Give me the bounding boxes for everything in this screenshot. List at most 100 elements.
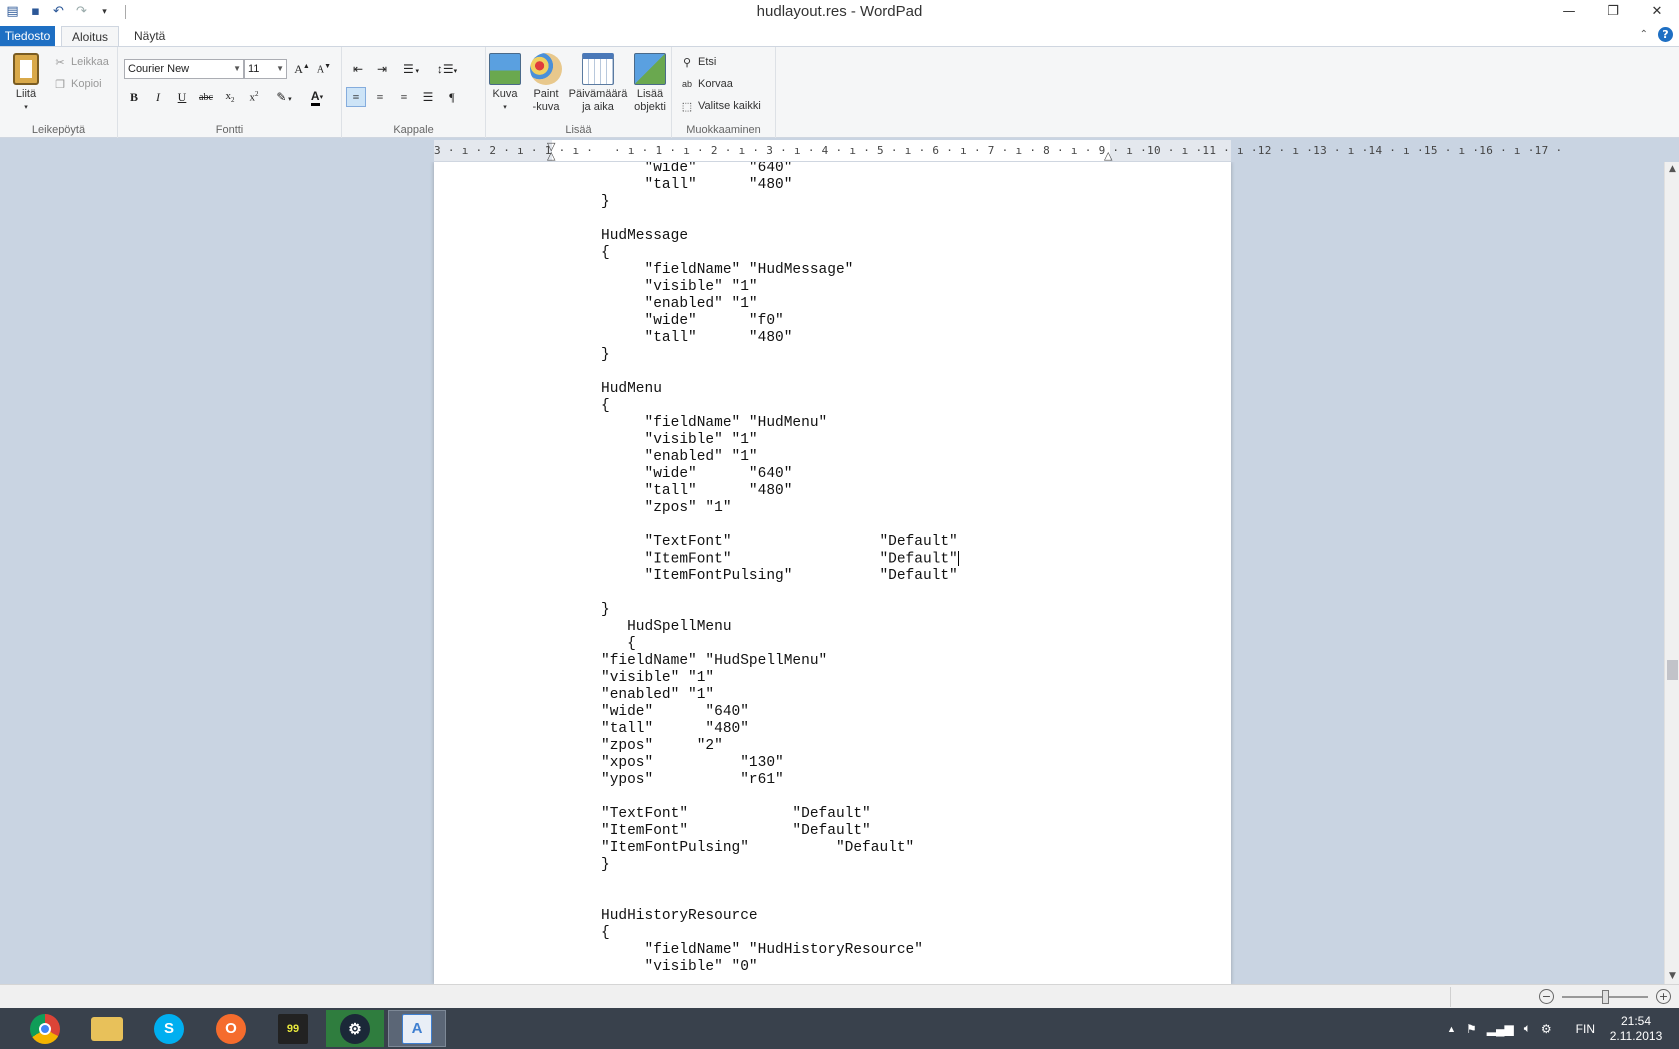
tab-file[interactable]: Tiedosto	[0, 26, 55, 47]
restore-icon[interactable]: ❐	[1591, 0, 1635, 22]
text-caret	[957, 551, 959, 566]
tab-view[interactable]: Näytä	[124, 26, 175, 47]
font-size-value: 11	[248, 63, 260, 75]
network-signal-icon[interactable]: ▂▄▆	[1487, 1022, 1514, 1036]
zoom-slider-thumb[interactable]	[1602, 989, 1609, 1004]
close-icon[interactable]: ✕	[1635, 0, 1679, 22]
ribbon: Liitä ▾ ✂ Leikkaa ❐ Kopioi Leikepöytä Co…	[0, 46, 1679, 138]
shrink-font-button[interactable]: A▼	[314, 59, 334, 79]
superscript-button[interactable]: x2	[244, 87, 264, 107]
text-color-button[interactable]: A ▾	[302, 87, 332, 107]
ruler[interactable]: 3 · ı · 2 · ı · 1 · ı · · ı · 1 · ı · 2 …	[434, 140, 1562, 162]
strikethrough-button[interactable]: abc	[196, 87, 216, 107]
insert-object-button[interactable]: Lisää objekti	[630, 53, 670, 114]
editing-group: ⚲ Etsi ab Korvaa ⬚ Valitse kaikki Muokka…	[672, 47, 776, 138]
document-page[interactable]: "wide" "640" "tall" "480" } HudMessage {…	[434, 162, 1231, 984]
action-center-flag-icon[interactable]: ⚑	[1466, 1022, 1477, 1036]
line-spacing-button[interactable]: ↕☰▾	[432, 59, 462, 79]
picture-label: Kuva	[492, 88, 518, 100]
font-size-select[interactable]: 11 ▼	[244, 59, 287, 79]
paint-palette-icon	[530, 53, 562, 85]
chevron-down-icon: ▼	[233, 64, 241, 73]
window-controls: — ❐ ✕	[1547, 0, 1679, 22]
clock-time: 21:54	[1620, 1013, 1652, 1028]
minimize-icon[interactable]: —	[1547, 0, 1591, 22]
justify-button[interactable]: ☰	[418, 87, 438, 107]
cut-button[interactable]: ✂ Leikkaa	[53, 55, 109, 69]
volume-icon[interactable]: 🔈︎	[1524, 1021, 1531, 1036]
bold-button[interactable]: B	[124, 87, 144, 107]
picture-dropdown-icon[interactable]: ▾	[486, 101, 524, 114]
tab-home[interactable]: Aloitus	[61, 26, 120, 47]
insert-datetime-button[interactable]: Päivämäärä ja aika	[566, 53, 630, 114]
scroll-up-icon[interactable]: ▲	[1665, 162, 1679, 177]
increase-indent-button[interactable]: ⇥	[372, 59, 392, 79]
document-text-before-caret: "wide" "640" "tall" "480" } HudMessage {…	[601, 162, 958, 568]
system-tray: ▲ ⚑ ▂▄▆ 🔈︎ ⚙ FIN 21:54 2.11.2013	[1447, 1008, 1679, 1049]
taskbar-app-explorer[interactable]	[78, 1010, 136, 1047]
zoom-in-icon[interactable]: +	[1656, 989, 1671, 1004]
taskbar-app-steam[interactable]: ⚙	[326, 1010, 384, 1047]
status-bar: − +	[0, 984, 1679, 1008]
chrome-icon	[30, 1013, 60, 1044]
replace-label: Korvaa	[698, 78, 733, 90]
grow-font-button[interactable]: A▲	[292, 59, 312, 79]
copy-button[interactable]: ❐ Kopioi	[53, 77, 102, 91]
replace-button[interactable]: ab Korvaa	[680, 77, 733, 91]
clipboard-group-label: Leikepöytä	[31, 124, 86, 136]
clock-date: 2.11.2013	[1609, 1028, 1663, 1043]
vertical-scrollbar[interactable]: ▲ ▼	[1664, 162, 1679, 984]
scroll-thumb[interactable]	[1667, 660, 1678, 680]
underline-button[interactable]: U	[172, 87, 192, 107]
binoculars-icon: ⚲	[682, 56, 692, 69]
select-all-button[interactable]: ⬚ Valitse kaikki	[680, 99, 761, 113]
system-clock[interactable]: 21:54 2.11.2013	[1605, 1014, 1667, 1044]
insert-picture-button[interactable]: Kuva ▾	[486, 53, 524, 114]
align-left-button[interactable]: ≡	[346, 87, 366, 107]
right-indent-marker[interactable]: △	[1104, 149, 1112, 162]
collapse-ribbon-icon[interactable]: ⌃	[1640, 29, 1648, 40]
align-right-button[interactable]: ≡	[394, 87, 414, 107]
taskbar: S O 99 ⚙ A ▲ ⚑ ▂▄▆ 🔈︎ ⚙ FIN 21:54 2.11.2…	[0, 1008, 1679, 1049]
left-indent-marker[interactable]: △	[547, 149, 555, 162]
document-text-after-caret: "ItemFontPulsing" "Default" } HudSpellMe…	[601, 568, 958, 976]
document-text[interactable]: "wide" "640" "tall" "480" } HudMessage {…	[601, 162, 959, 976]
steam-tray-icon[interactable]: ⚙	[1541, 1022, 1552, 1036]
bullets-button[interactable]: ☰ ▾	[396, 59, 426, 79]
taskbar-app-origin[interactable]: O	[202, 1010, 260, 1047]
paragraph-settings-button[interactable]: ¶	[442, 87, 462, 107]
zoom-out-icon[interactable]: −	[1539, 989, 1554, 1004]
font-family-select[interactable]: Courier New ▼	[124, 59, 244, 79]
find-button[interactable]: ⚲ Etsi	[680, 55, 716, 69]
paste-button[interactable]: Liitä ▾	[8, 53, 44, 114]
insert-paint-button[interactable]: Paint -kuva	[526, 53, 566, 114]
chevron-down-icon: ▼	[276, 64, 284, 73]
window-title: hudlayout.res - WordPad	[756, 3, 923, 20]
skype-icon: S	[154, 1013, 184, 1044]
align-center-icon: ≡	[376, 89, 384, 104]
wordpad-taskbar-icon: A	[402, 1013, 432, 1044]
taskbar-app-skype[interactable]: S	[140, 1010, 198, 1047]
help-icon[interactable]: ?	[1658, 27, 1673, 42]
zoom-slider[interactable]	[1562, 989, 1648, 1004]
paste-label: Liitä	[15, 88, 37, 100]
font-group: Courier New ▼ 11 ▼ A▲ A▼ B I U abc x2 x2…	[118, 47, 342, 138]
insert-group: Kuva ▾ Paint -kuva Päivämäärä ja aika Li…	[486, 47, 672, 138]
file-explorer-icon	[91, 1016, 123, 1041]
align-center-button[interactable]: ≡	[370, 87, 390, 107]
taskbar-app-wordpad[interactable]: A	[388, 1010, 446, 1047]
taskbar-app-fraps[interactable]: 99	[264, 1010, 322, 1047]
language-indicator[interactable]: FIN	[1576, 1022, 1595, 1036]
highlight-color-button[interactable]: ✎ ▾	[270, 87, 298, 107]
italic-button[interactable]: I	[148, 87, 168, 107]
scroll-down-icon[interactable]: ▼	[1665, 969, 1679, 984]
paste-dropdown-icon[interactable]: ▾	[8, 101, 44, 114]
subscript-button[interactable]: x2	[220, 87, 240, 107]
taskbar-app-chrome[interactable]	[16, 1010, 74, 1047]
strikethrough-icon: abc	[199, 91, 213, 103]
show-hidden-icons-icon[interactable]: ▲	[1447, 1024, 1456, 1034]
ribbon-tabs: Tiedosto Aloitus Näytä ⌃ ?	[0, 24, 1679, 47]
paragraph-icon: ¶	[449, 89, 455, 104]
decrease-indent-button[interactable]: ⇤	[348, 59, 368, 79]
justify-icon: ☰	[422, 89, 434, 104]
